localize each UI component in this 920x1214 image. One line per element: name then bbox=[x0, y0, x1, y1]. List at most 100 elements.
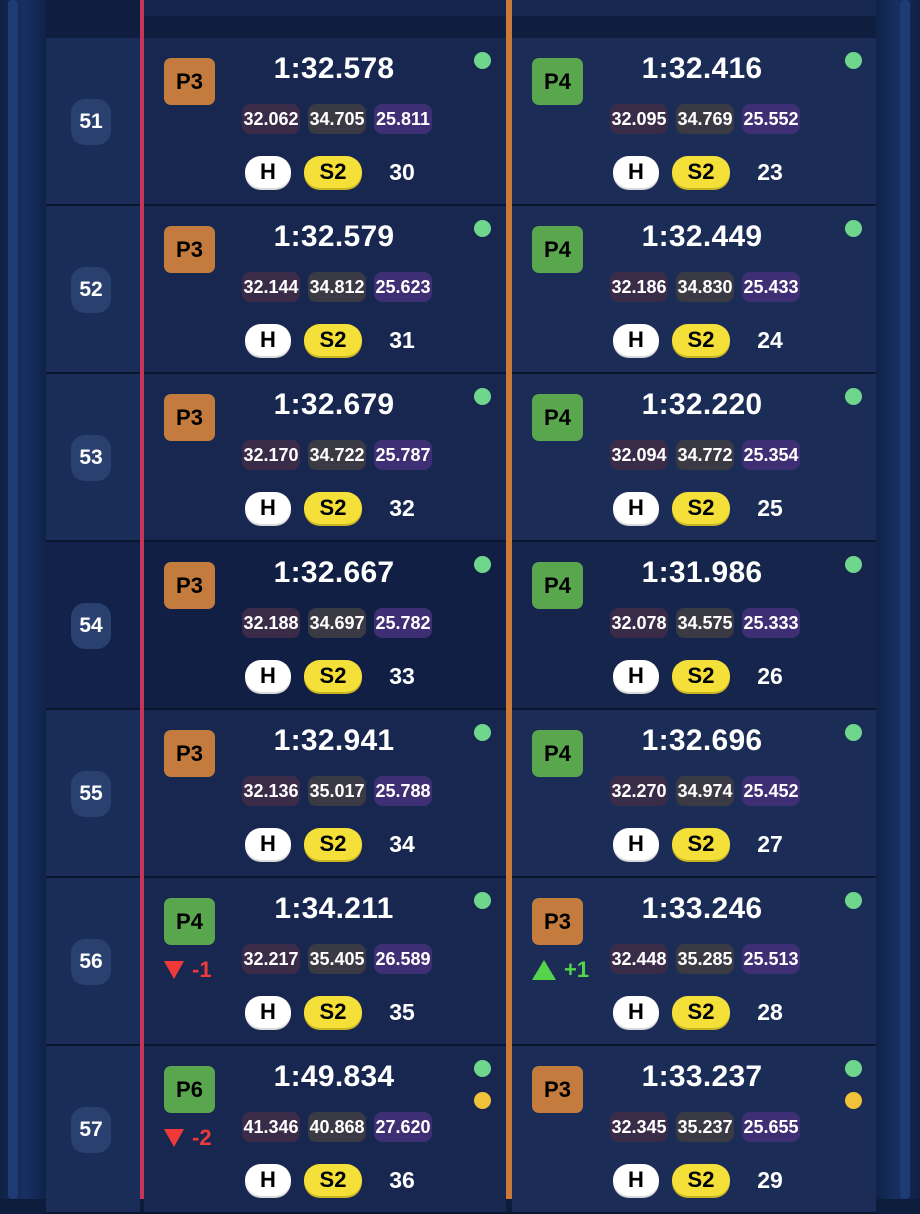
stint-badge: S2 bbox=[304, 1164, 362, 1196]
left-driver-lap-cell[interactable]: P4 -1 1:34.211 32.217 35.405 26.589 H S2… bbox=[144, 878, 506, 1044]
position-badge: P4 bbox=[532, 226, 583, 273]
lap-time: 1:32.667 bbox=[273, 556, 395, 589]
lap-number: 57 bbox=[71, 1107, 111, 1153]
yellow-status-dot-icon bbox=[474, 1092, 491, 1109]
green-status-dot-icon bbox=[845, 220, 862, 237]
lap-comparison-table: 51 P3 1:32.578 32.062 34.705 25.811 H S2… bbox=[46, 0, 876, 1214]
lap-row: 53 P3 1:32.679 32.170 34.722 25.787 H S2… bbox=[46, 374, 876, 542]
green-status-dot-icon bbox=[845, 556, 862, 573]
sector-2-time: 34.769 bbox=[676, 104, 734, 134]
lap-time: 1:32.579 bbox=[273, 220, 395, 253]
sector-3-time: 25.433 bbox=[742, 272, 800, 302]
right-driver-lap-cell[interactable]: P4 1:32.449 32.186 34.830 25.433 H S2 24 bbox=[512, 206, 876, 372]
right-driver-lap-cell[interactable]: P4 1:31.986 32.078 34.575 25.333 H S2 26 bbox=[512, 542, 876, 708]
sector-1-time: 32.270 bbox=[610, 776, 668, 806]
sector-3-time: 25.452 bbox=[742, 776, 800, 806]
tyre-compound-badge: H bbox=[613, 156, 659, 188]
tyre-compound-badge: H bbox=[613, 324, 659, 356]
lap-row: 55 P3 1:32.941 32.136 35.017 25.788 H S2… bbox=[46, 710, 876, 878]
sector-1-time: 32.078 bbox=[610, 608, 668, 638]
stint-badge: S2 bbox=[672, 324, 730, 356]
tyre-compound-badge: H bbox=[613, 828, 659, 860]
stint-badge: S2 bbox=[304, 996, 362, 1028]
green-status-dot-icon bbox=[845, 1060, 862, 1077]
tyre-age-laps: 27 bbox=[757, 830, 783, 857]
tyre-compound-badge: H bbox=[245, 660, 291, 692]
position-change: -2 bbox=[164, 1123, 212, 1153]
lap-time: 1:32.578 bbox=[273, 52, 395, 85]
left-driver-lap-cell[interactable]: P3 1:32.579 32.144 34.812 25.623 H S2 31 bbox=[144, 206, 506, 372]
right-driver-lap-cell[interactable]: P3 1:33.237 32.345 35.237 25.655 H S2 29 bbox=[512, 1046, 876, 1212]
sector-2-time: 35.285 bbox=[676, 944, 734, 974]
position-change-value: -1 bbox=[192, 957, 212, 982]
sector-1-time: 32.188 bbox=[242, 608, 300, 638]
sector-1-time: 32.095 bbox=[610, 104, 668, 134]
sector-3-time: 27.620 bbox=[374, 1112, 432, 1142]
sector-3-time: 25.787 bbox=[374, 440, 432, 470]
position-badge: P6 bbox=[164, 1066, 215, 1113]
position-badge: P3 bbox=[164, 394, 215, 441]
sector-3-time: 25.788 bbox=[374, 776, 432, 806]
tyre-compound-badge: H bbox=[245, 828, 291, 860]
lap-time: 1:32.220 bbox=[641, 388, 763, 421]
tyre-age-laps: 32 bbox=[389, 494, 415, 521]
triangle-down-icon bbox=[164, 1129, 184, 1147]
tyre-compound-badge: H bbox=[245, 1164, 291, 1196]
lap-number: 53 bbox=[71, 435, 111, 481]
left-driver-lap-cell[interactable]: P3 1:32.578 32.062 34.705 25.811 H S2 30 bbox=[144, 38, 506, 204]
green-status-dot-icon bbox=[474, 388, 491, 405]
stint-badge: S2 bbox=[672, 1164, 730, 1196]
stint-badge: S2 bbox=[304, 660, 362, 692]
right-driver-lap-cell[interactable]: P4 1:32.696 32.270 34.974 25.452 H S2 27 bbox=[512, 710, 876, 876]
stint-badge: S2 bbox=[672, 828, 730, 860]
position-badge: P3 bbox=[532, 1066, 583, 1113]
triangle-up-icon bbox=[532, 960, 556, 980]
left-driver-lap-cell[interactable]: P6 -2 1:49.834 41.346 40.868 27.620 H S2… bbox=[144, 1046, 506, 1212]
position-change-value: -2 bbox=[192, 1125, 212, 1150]
lap-number-cell: 53 bbox=[46, 374, 140, 540]
sector-3-time: 25.354 bbox=[742, 440, 800, 470]
position-badge: P4 bbox=[532, 730, 583, 777]
lap-time: 1:33.237 bbox=[641, 1060, 763, 1093]
sector-3-time: 25.655 bbox=[742, 1112, 800, 1142]
tyre-age-laps: 28 bbox=[757, 998, 783, 1025]
right-driver-color-bar bbox=[506, 0, 512, 1199]
right-driver-lap-cell[interactable]: P4 1:32.416 32.095 34.769 25.552 H S2 23 bbox=[512, 38, 876, 204]
lap-row: 57 P6 -2 1:49.834 41.346 40.868 27.620 H… bbox=[46, 1046, 876, 1214]
left-frame-rail bbox=[0, 0, 46, 1199]
sector-1-time: 32.448 bbox=[610, 944, 668, 974]
sector-1-time: 32.170 bbox=[242, 440, 300, 470]
lap-row: 51 P3 1:32.578 32.062 34.705 25.811 H S2… bbox=[46, 38, 876, 206]
green-status-dot-icon bbox=[474, 724, 491, 741]
green-status-dot-icon bbox=[845, 724, 862, 741]
position-badge: P4 bbox=[532, 562, 583, 609]
left-driver-lap-cell[interactable]: P3 1:32.941 32.136 35.017 25.788 H S2 34 bbox=[144, 710, 506, 876]
green-status-dot-icon bbox=[845, 52, 862, 69]
lap-number-cell: 56 bbox=[46, 878, 140, 1044]
tyre-compound-badge: H bbox=[613, 660, 659, 692]
sector-3-time: 25.623 bbox=[374, 272, 432, 302]
lap-time: 1:32.696 bbox=[641, 724, 763, 757]
stint-badge: S2 bbox=[304, 492, 362, 524]
tyre-age-laps: 36 bbox=[389, 1166, 415, 1193]
stint-badge: S2 bbox=[304, 156, 362, 188]
sector-2-time: 34.830 bbox=[676, 272, 734, 302]
sector-1-time: 32.186 bbox=[610, 272, 668, 302]
tyre-age-laps: 35 bbox=[389, 998, 415, 1025]
sector-2-time: 34.722 bbox=[308, 440, 366, 470]
tyre-age-laps: 30 bbox=[389, 158, 415, 185]
right-driver-lap-cell[interactable]: P4 1:32.220 32.094 34.772 25.354 H S2 25 bbox=[512, 374, 876, 540]
left-driver-lap-cell[interactable]: P3 1:32.679 32.170 34.722 25.787 H S2 32 bbox=[144, 374, 506, 540]
sector-3-time: 25.811 bbox=[374, 104, 432, 134]
previous-row-edge bbox=[46, 0, 876, 16]
position-change: +1 bbox=[532, 955, 589, 985]
position-badge: P3 bbox=[164, 226, 215, 273]
green-status-dot-icon bbox=[474, 52, 491, 69]
tyre-age-laps: 34 bbox=[389, 830, 415, 857]
tyre-age-laps: 29 bbox=[757, 1166, 783, 1193]
right-driver-lap-cell[interactable]: P3 +1 1:33.246 32.448 35.285 25.513 H S2… bbox=[512, 878, 876, 1044]
lap-number: 51 bbox=[71, 99, 111, 145]
left-driver-lap-cell[interactable]: P3 1:32.667 32.188 34.697 25.782 H S2 33 bbox=[144, 542, 506, 708]
lap-number: 54 bbox=[71, 603, 111, 649]
sector-1-time: 32.136 bbox=[242, 776, 300, 806]
